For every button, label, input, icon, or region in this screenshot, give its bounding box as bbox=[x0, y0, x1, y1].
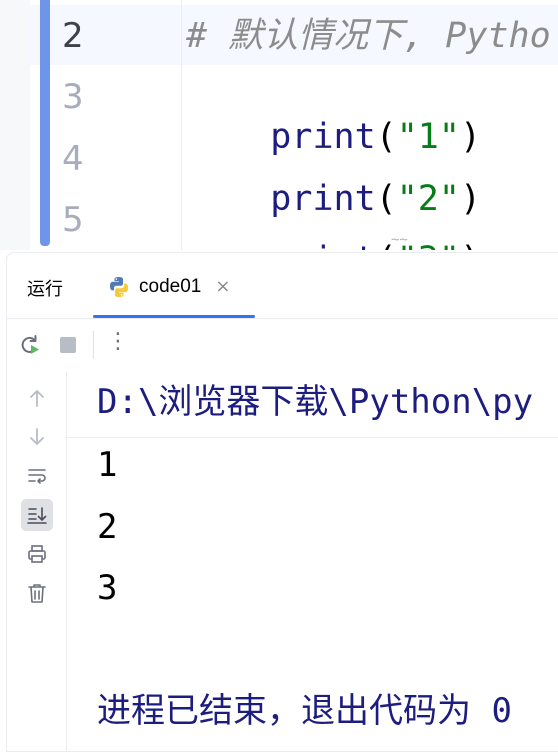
editor-left-strip bbox=[0, 0, 30, 250]
run-toolbar: ⋮ bbox=[7, 319, 558, 438]
close-paren: ) bbox=[460, 240, 481, 250]
console-command-path: D:\浏览器下载\Python\py bbox=[97, 382, 534, 422]
print-icon bbox=[28, 545, 46, 563]
tab-code01[interactable]: code01 × bbox=[107, 273, 230, 317]
warning-squiggle: ~~ bbox=[391, 232, 408, 248]
vcs-change-marker[interactable] bbox=[40, 0, 50, 246]
run-tool-window: 运行 code01 × ⋮ D:\浏览器下载\Python\py 1 2 3 进… bbox=[6, 252, 558, 752]
code-editor[interactable]: 2 3 4 5 # 默认情况下, Pytho print("1") print(… bbox=[0, 0, 558, 250]
up-arrow-button[interactable] bbox=[21, 382, 53, 414]
trash-icon bbox=[28, 584, 46, 603]
line-number: 3 bbox=[62, 77, 84, 117]
rerun-icon bbox=[21, 335, 39, 354]
process-exit-message: 进程已结束，退出代码为 0 bbox=[97, 691, 512, 731]
console-output-line: 3 bbox=[97, 568, 118, 608]
rerun-button[interactable] bbox=[17, 332, 43, 358]
close-icon[interactable]: × bbox=[215, 273, 230, 301]
stop-icon bbox=[60, 337, 76, 353]
soft-wrap-icon bbox=[28, 469, 46, 484]
code-line[interactable]: print("3") bbox=[186, 200, 481, 250]
python-icon bbox=[107, 275, 131, 299]
down-arrow-button[interactable] bbox=[21, 421, 53, 453]
run-window-title: 运行 bbox=[27, 279, 63, 300]
line-number: 5 bbox=[62, 200, 84, 240]
stop-button[interactable] bbox=[55, 332, 81, 358]
clear-all-button[interactable] bbox=[21, 577, 53, 609]
scroll-to-end-button[interactable] bbox=[21, 499, 53, 531]
gutter-separator bbox=[181, 0, 182, 250]
print-button[interactable] bbox=[21, 538, 53, 570]
more-options-icon[interactable]: ⋮ bbox=[107, 329, 129, 354]
toolbar-separator bbox=[93, 331, 94, 359]
line-number: 4 bbox=[62, 139, 84, 179]
console-output[interactable]: D:\浏览器下载\Python\py 1 2 3 进程已结束，退出代码为 0 bbox=[67, 372, 558, 751]
console-output-line: 2 bbox=[97, 507, 118, 547]
soft-wrap-button[interactable] bbox=[21, 460, 53, 492]
code-line-comment[interactable]: # 默认情况下, Pytho bbox=[186, 16, 551, 56]
arrow-up-icon bbox=[30, 390, 44, 407]
function-name: print bbox=[270, 240, 375, 250]
console-output-line: 1 bbox=[97, 445, 118, 485]
arrow-down-icon bbox=[30, 428, 44, 445]
scroll-to-end-icon bbox=[27, 507, 47, 524]
tab-label: code01 bbox=[139, 276, 202, 297]
line-number: 2 bbox=[62, 16, 84, 56]
run-tab-bar: 运行 code01 × bbox=[7, 253, 558, 319]
console-side-toolbar bbox=[7, 372, 67, 751]
